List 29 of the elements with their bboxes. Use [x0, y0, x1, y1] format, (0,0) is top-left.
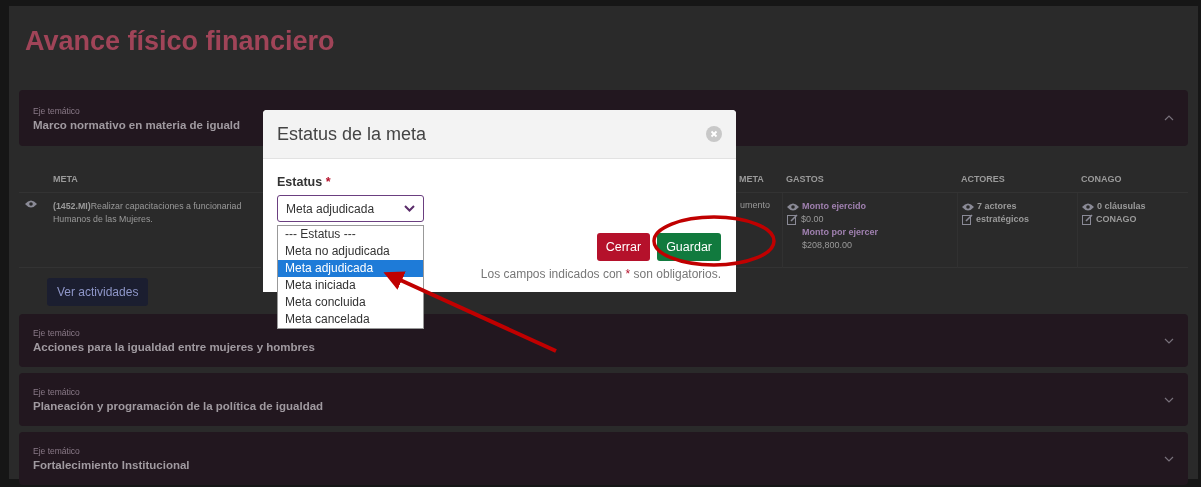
cell-text: umento [740, 200, 771, 210]
cell-text: CONAGO [1096, 213, 1137, 226]
section-title: Fortalecimiento Institucional [33, 459, 190, 471]
section-label: Eje temático [33, 328, 80, 338]
required-mark: * [325, 175, 331, 189]
cell-text: Monto por ejercer [802, 226, 878, 239]
column-header: META [739, 174, 764, 184]
cell-text: estratégicos [976, 213, 1030, 226]
cell-text: (1452.MI)Realizar capacitaciones a funcionariad [53, 200, 242, 213]
section-title: Acciones para la igualdad entre mujeres y hombres [33, 341, 315, 353]
section-title: Marco normativo en materia de iguald [33, 118, 241, 131]
cell-text: 0 cláusulas [1097, 200, 1146, 213]
column-header: CONAGO [1081, 174, 1122, 184]
section-title: Planeación y programación de la política de igualdad [33, 400, 324, 412]
column-header: ACTORES [961, 174, 1005, 184]
required-note: Los campos indicados con * son obligatorios. [480, 267, 721, 281]
cell-text: 7 actores [977, 200, 1017, 213]
cell-text: $208,800.00 [802, 239, 853, 252]
cell-text: Humanos de las Mujeres. [53, 213, 153, 226]
modal-title: Estatus de la meta [277, 123, 427, 145]
page-title: Avance físico financiero [25, 26, 335, 56]
section-label: Eje temático [33, 387, 80, 397]
column-header: GASTOS [786, 174, 824, 184]
section-label: Eje temático [33, 105, 80, 116]
section-label: Eje temático [33, 446, 80, 456]
field-label: Estatus [277, 175, 323, 189]
cell-text: Monto ejercido [802, 200, 866, 213]
cell-text: $0.00 [801, 213, 824, 226]
column-header: META [53, 174, 78, 184]
